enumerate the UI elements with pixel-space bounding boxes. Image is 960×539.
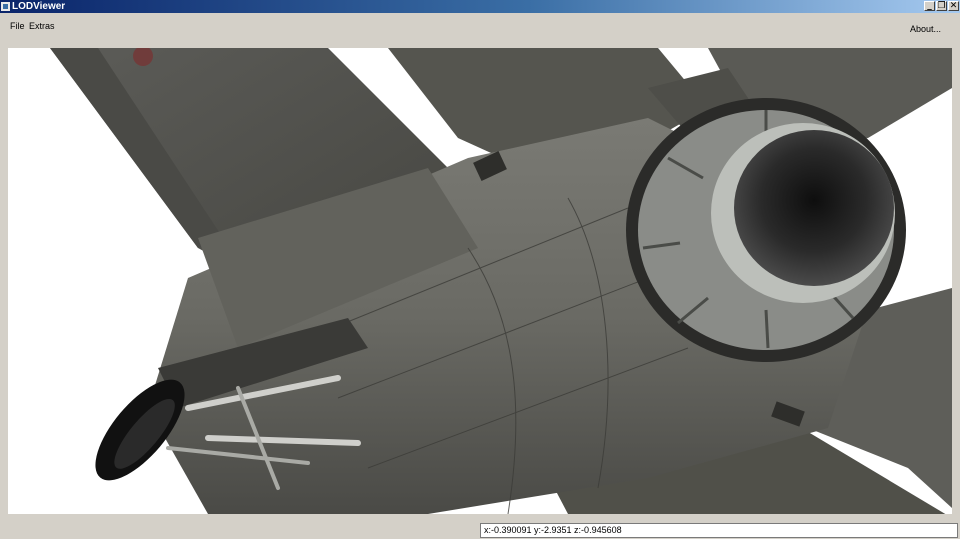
coordinates-readout: x:-0.390091 y:-2.9351 z:-0.945608 <box>480 523 958 538</box>
menu-about[interactable]: About... <box>910 24 941 34</box>
menu-bar: File Extras About... <box>0 13 960 37</box>
app-icon <box>1 2 10 11</box>
window-controls: _ ❐ ✕ <box>924 1 959 11</box>
menu-extras[interactable]: Extras <box>29 21 55 31</box>
menu-file[interactable]: File <box>10 21 25 31</box>
aircraft-model-render <box>50 48 952 514</box>
model-viewport[interactable] <box>8 48 952 514</box>
window-title: LODViewer <box>12 1 66 12</box>
title-bar[interactable]: LODViewer _ ❐ ✕ <box>0 0 960 13</box>
minimize-button[interactable]: _ <box>924 1 935 11</box>
close-button[interactable]: ✕ <box>948 1 959 11</box>
restore-button[interactable]: ❐ <box>936 1 947 11</box>
